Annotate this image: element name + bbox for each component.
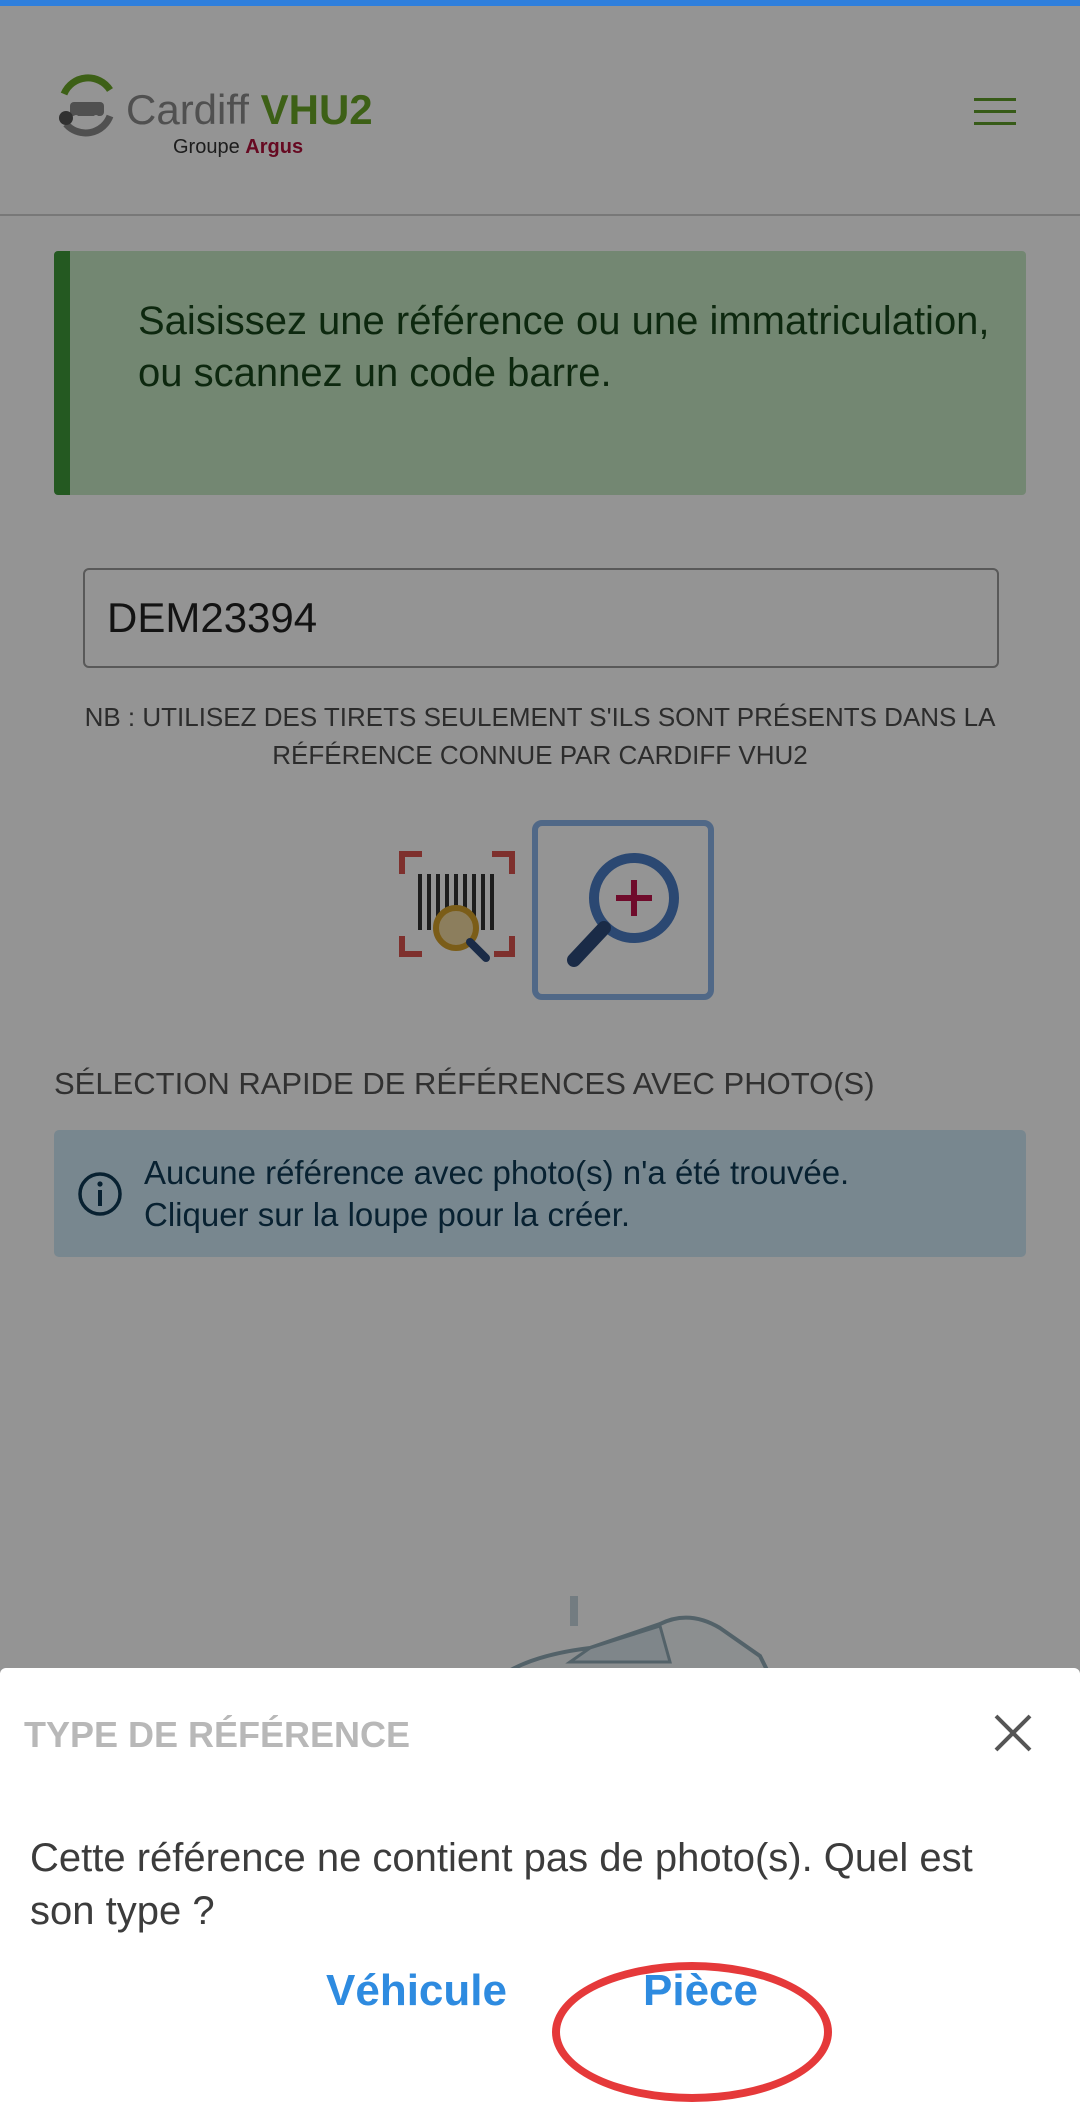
vehicle-option-button[interactable]: Véhicule <box>326 1966 507 2016</box>
dialog-title: Type de référence <box>24 1714 411 1755</box>
top-accent-strip <box>0 0 1080 6</box>
close-icon[interactable] <box>990 1710 1036 1756</box>
highlight-ring <box>552 1962 832 2102</box>
reference-type-dialog: Type de référence Cette référence ne con… <box>0 1668 1080 2124</box>
dialog-message: Cette référence ne contient pas de photo… <box>30 1836 973 1933</box>
